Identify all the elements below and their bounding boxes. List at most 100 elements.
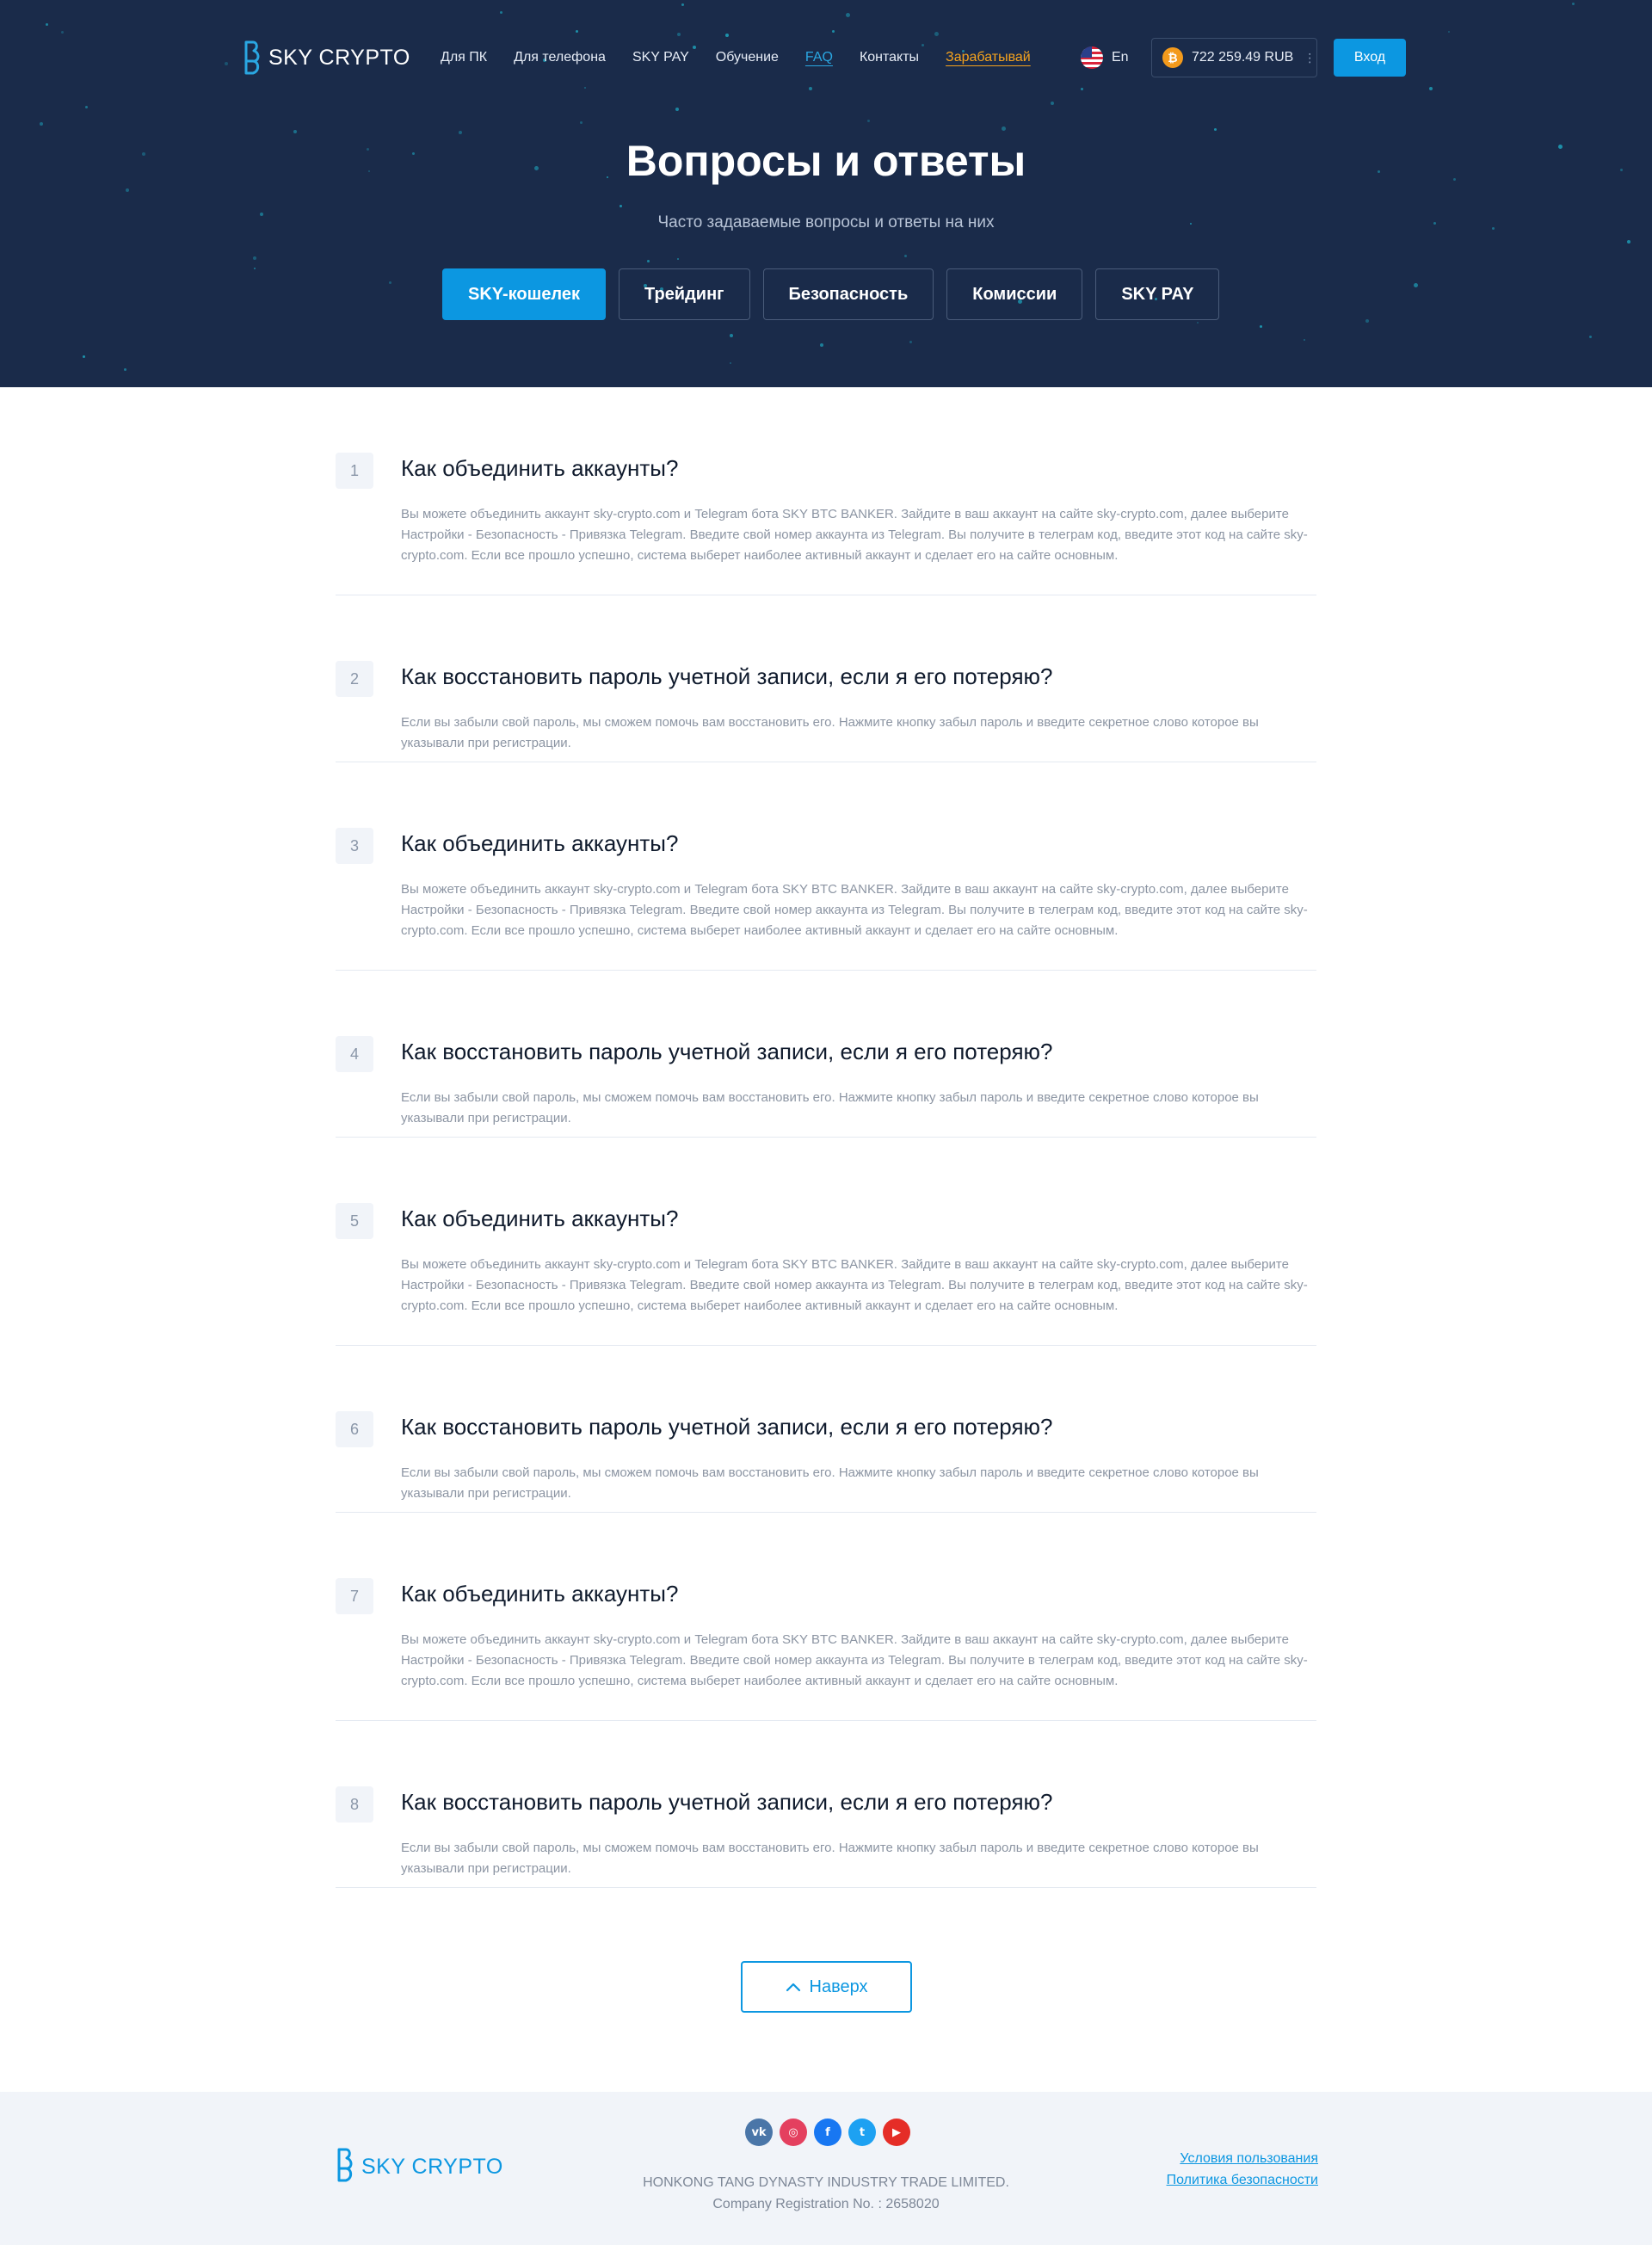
faq-question: Как объединить аккаунты? xyxy=(401,455,679,481)
star-dot xyxy=(459,131,462,134)
tab-security[interactable]: Безопасность xyxy=(762,268,934,320)
star-dot xyxy=(909,341,912,343)
terms-link[interactable]: Условия пользования xyxy=(1167,2148,1318,2169)
star-dot xyxy=(1429,87,1433,90)
star-dot xyxy=(580,121,583,124)
footer-links: Условия пользования Политика безопасност… xyxy=(1167,2148,1318,2191)
faq-answer: Если вы забыли свой пароль, мы сможем по… xyxy=(401,1841,1259,1876)
star-dot xyxy=(647,260,650,262)
faq-question: Как объединить аккаунты? xyxy=(401,1581,679,1607)
faq-answer: Вы можете объединить аккаунт sky-crypto.… xyxy=(401,1632,1308,1688)
star-dot xyxy=(1260,325,1262,328)
star-dot xyxy=(1002,126,1006,131)
tab-trading[interactable]: Трейдинг xyxy=(619,268,750,320)
star-dot xyxy=(61,31,64,34)
company-info: HONKONG TANG DYNASTY INDUSTRY TRADE LIMI… xyxy=(0,2172,1652,2215)
faq-number: 6 xyxy=(336,1411,373,1447)
faq-answer: Если вы забыли свой пароль, мы сможем по… xyxy=(401,715,1259,750)
star-dot xyxy=(293,130,297,133)
faq-item: 1 Как объединить аккаунты? Вы можете объ… xyxy=(336,387,1316,595)
star-dot xyxy=(253,256,256,260)
login-button[interactable]: Вход xyxy=(1334,39,1406,77)
star-dot xyxy=(85,106,88,108)
nav-item-pc[interactable]: Для ПК xyxy=(441,50,487,65)
nav-item-learning[interactable]: Обучение xyxy=(716,50,779,65)
faq-number: 2 xyxy=(336,661,373,697)
instagram-icon[interactable]: ◎ xyxy=(780,2119,807,2146)
faq-number: 3 xyxy=(336,828,373,864)
star-dot xyxy=(40,122,43,126)
company-name: HONKONG TANG DYNASTY INDUSTRY TRADE LIMI… xyxy=(643,2175,1009,2190)
twitter-icon[interactable]: t xyxy=(848,2119,876,2146)
faq-number: 5 xyxy=(336,1203,373,1239)
faq-category-tabs: SKY-кошелек Трейдинг Безопасность Комисс… xyxy=(442,268,1220,320)
star-dot xyxy=(1051,102,1054,105)
faq-answer: Если вы забыли свой пароль, мы сможем по… xyxy=(401,1090,1259,1126)
star-dot xyxy=(820,343,823,347)
star-dot xyxy=(677,33,681,36)
footer: SKY CRYPTO vk ◎ f t ▶ HONKONG TANG DYNASTY I… xyxy=(0,2092,1652,2245)
star-dot xyxy=(126,188,129,192)
tab-fees[interactable]: Комиссии xyxy=(946,268,1083,320)
faq-question: Как восстановить пароль учетной записи, … xyxy=(401,663,1053,689)
language-switcher[interactable]: En xyxy=(1081,38,1129,77)
star-dot xyxy=(832,30,835,33)
vk-icon[interactable]: vk xyxy=(745,2119,773,2146)
faq-number: 1 xyxy=(336,453,373,489)
facebook-icon[interactable]: f xyxy=(814,2119,841,2146)
faq-answer: Вы можете объединить аккаунт sky-crypto.… xyxy=(401,507,1308,563)
star-dot xyxy=(1627,240,1630,244)
faq-question: Как объединить аккаунты? xyxy=(401,830,679,856)
star-dot xyxy=(46,23,48,26)
star-dot xyxy=(500,11,502,14)
more-vertical-icon[interactable]: ⋮ xyxy=(1304,51,1316,65)
faq-number: 8 xyxy=(336,1786,373,1823)
back-to-top-button[interactable]: Наверх xyxy=(741,1961,912,2013)
page-subtitle: Часто задаваемые вопросы и ответы на них xyxy=(657,213,995,231)
balance-value: 722 259.49 RUB xyxy=(1192,50,1294,65)
tab-sky-wallet[interactable]: SKY-кошелек xyxy=(442,268,607,320)
faq-item: 5 Как объединить аккаунты? Вы можете объ… xyxy=(336,1138,1316,1346)
faq-item: 3 Как объединить аккаунты? Вы можете объ… xyxy=(336,762,1316,971)
faq-answer: Вы можете объединить аккаунт sky-crypto.… xyxy=(401,882,1308,938)
youtube-icon[interactable]: ▶ xyxy=(883,2119,910,2146)
bitcoin-icon: ₿ xyxy=(1162,47,1183,68)
faq-answer: Вы можете объединить аккаунт sky-crypto.… xyxy=(401,1257,1308,1313)
nav-item-earn[interactable]: Зарабатывай xyxy=(946,50,1031,65)
star-dot xyxy=(809,87,812,90)
tab-sky-pay[interactable]: SKY PAY xyxy=(1095,268,1220,320)
wallet-balance[interactable]: ₿ 722 259.49 RUB ⋮ xyxy=(1151,38,1317,77)
faq-answer: Если вы забыли свой пароль, мы сможем по… xyxy=(401,1465,1259,1501)
nav-item-phone[interactable]: Для телефона xyxy=(514,50,606,65)
nav-item-contacts[interactable]: Контакты xyxy=(860,50,919,65)
nav-item-faq[interactable]: FAQ xyxy=(805,50,833,65)
top-navigation: SKY CRYPTO Для ПК Для телефона SKY PAY О… xyxy=(243,38,1406,77)
star-dot xyxy=(1214,128,1217,131)
star-dot xyxy=(677,258,679,260)
faq-question: Как восстановить пароль учетной записи, … xyxy=(401,1414,1053,1440)
logo-mark-icon xyxy=(243,38,262,77)
faq-question: Как объединить аккаунты? xyxy=(401,1206,679,1231)
star-dot xyxy=(576,30,578,33)
star-dot xyxy=(1414,283,1418,287)
brand-logo[interactable]: SKY CRYPTO xyxy=(243,38,410,77)
star-dot xyxy=(1572,3,1575,5)
star-dot xyxy=(1365,319,1369,323)
nav-item-sky-pay[interactable]: SKY PAY xyxy=(632,50,689,65)
logo-text: SKY CRYPTO xyxy=(268,45,410,70)
hero-header: SKY CRYPTO Для ПК Для телефона SKY PAY О… xyxy=(0,0,1652,387)
faq-item: 2 Как восстановить пароль учетной записи… xyxy=(336,595,1316,762)
star-dot xyxy=(1448,31,1450,33)
star-dot xyxy=(584,87,586,89)
star-dot xyxy=(124,368,126,371)
star-dot xyxy=(1304,339,1305,341)
faq-question: Как восстановить пароль учетной записи, … xyxy=(401,1039,1053,1064)
star-dot xyxy=(620,205,622,207)
faq-item: 4 Как восстановить пароль учетной записи… xyxy=(336,971,1316,1138)
main-menu: Для ПК Для телефона SKY PAY Обучение FAQ… xyxy=(441,38,1031,77)
social-links: vk ◎ f t ▶ xyxy=(745,2119,910,2146)
star-dot xyxy=(846,13,850,17)
privacy-policy-link[interactable]: Политика безопасности xyxy=(1167,2169,1318,2191)
faq-item: 8 Как восстановить пароль учетной записи… xyxy=(336,1721,1316,1888)
faq-list: 1 Как объединить аккаунты? Вы можете объ… xyxy=(336,387,1316,1888)
